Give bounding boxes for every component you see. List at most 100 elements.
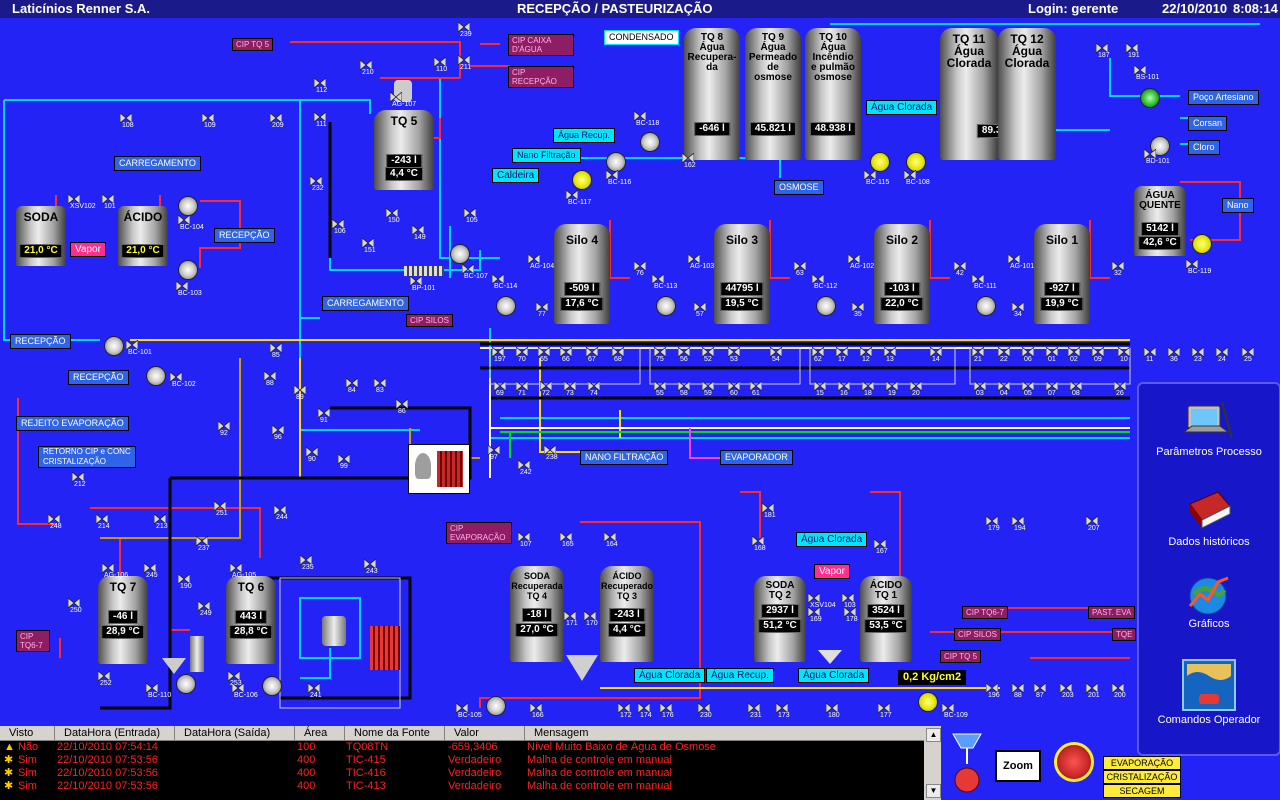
valve-252-icon[interactable]: [97, 668, 111, 682]
tank-soda-tq2[interactable]: SODA TQ 2 2937 l 51,2 °C: [754, 576, 806, 662]
valve-174-icon[interactable]: [637, 700, 651, 714]
alarm-acknowledge-icon[interactable]: [947, 730, 987, 796]
pump-bc112[interactable]: [816, 296, 836, 316]
valve-210-icon[interactable]: [359, 57, 373, 71]
valve-179-icon[interactable]: [985, 513, 999, 527]
valve-59-icon[interactable]: [701, 378, 715, 392]
recepcao-cip-button[interactable]: RECEPÇÃO: [214, 228, 275, 243]
valve-168-icon[interactable]: [751, 533, 765, 547]
comandos-operador-button[interactable]: Comandos Operador: [1139, 658, 1279, 726]
valve-231-icon[interactable]: [747, 700, 761, 714]
valve-60-icon[interactable]: [727, 378, 741, 392]
alarm-scrollbar[interactable]: ▲ ▼: [924, 726, 941, 800]
valve-83-icon[interactable]: [373, 375, 387, 389]
silo-2[interactable]: Silo 2 -103 l 22,0 °C: [874, 224, 930, 324]
valve-170-icon[interactable]: [583, 608, 597, 622]
valve-BD-101-icon[interactable]: [1143, 146, 1157, 160]
valve-22-icon[interactable]: [997, 344, 1011, 358]
alarm-row[interactable]: ▲ Não 22/10/2010 07:54:14 100 TQ08TN -659,340…: [0, 741, 924, 754]
valve-65-icon[interactable]: [537, 344, 551, 358]
valve-56-icon[interactable]: [677, 344, 691, 358]
valve-AG-106-icon[interactable]: [101, 560, 115, 574]
valve-164-icon[interactable]: [603, 529, 617, 543]
valve-23-icon[interactable]: [1191, 344, 1205, 358]
valve-97-icon[interactable]: [487, 442, 501, 456]
silo-1[interactable]: Silo 1 -927 l 19,9 °C: [1034, 224, 1090, 324]
valve-BC-102-icon[interactable]: [169, 369, 183, 383]
tank-tq9[interactable]: TQ 9 Água Permeado de osmose 45.821 l: [745, 28, 801, 160]
valve-85-icon[interactable]: [269, 340, 283, 354]
valve-71-icon[interactable]: [515, 378, 529, 392]
tank-tq10[interactable]: TQ 10 Água Incêndio e pulmão osmose 48.9…: [805, 28, 861, 160]
tank-tq7[interactable]: TQ 7 -46 l 28,9 °C: [98, 576, 148, 664]
valve-172-icon[interactable]: [617, 700, 631, 714]
nano-button[interactable]: Nano: [1222, 198, 1254, 213]
col-entrada[interactable]: DataHora (Entrada): [55, 726, 175, 740]
valve-70-icon[interactable]: [515, 344, 529, 358]
dados-historicos-button[interactable]: Dados históricos: [1139, 488, 1279, 548]
cip-tq5-button[interactable]: CIP TQ 5: [232, 38, 274, 51]
scroll-up-icon[interactable]: ▲: [926, 728, 941, 742]
valve-151-icon[interactable]: [361, 235, 375, 249]
valve-251-icon[interactable]: [213, 498, 227, 512]
valve-10-icon[interactable]: [1117, 344, 1131, 358]
poco-artesiano-button[interactable]: Poço Artesiano: [1188, 90, 1259, 105]
tank-tq11[interactable]: TQ 11 Água Clorada 89.376 l: [940, 28, 1024, 160]
osmose-button[interactable]: OSMOSE: [774, 180, 824, 195]
cip-silos-bottom-button[interactable]: CIP SILOS: [954, 628, 1001, 641]
valve-109-icon[interactable]: [201, 110, 215, 124]
valve-90-icon[interactable]: [305, 444, 319, 458]
valve-55-icon[interactable]: [653, 378, 667, 392]
valve-230-icon[interactable]: [697, 700, 711, 714]
valve-176-icon[interactable]: [659, 700, 673, 714]
nano-filtracao-box-button[interactable]: NANO FILTRAÇÃO: [580, 450, 669, 465]
valve-165-icon[interactable]: [559, 529, 573, 543]
valve-BC-117-icon[interactable]: [565, 187, 579, 201]
valve-21-icon[interactable]: [971, 344, 985, 358]
valve-AG-104-icon[interactable]: [527, 251, 541, 265]
valve-191-icon[interactable]: [1125, 40, 1139, 54]
tank-tq6[interactable]: TQ 6 443 l 28,8 °C: [226, 576, 276, 664]
cloro-button[interactable]: Cloro: [1188, 140, 1220, 155]
valve-BC-108-icon[interactable]: [903, 167, 917, 181]
recepcao1-button[interactable]: RECEPÇÃO: [10, 334, 71, 349]
valve-03-icon[interactable]: [973, 378, 987, 392]
emergency-stop-button[interactable]: [1054, 742, 1094, 782]
valve-26-icon[interactable]: [1113, 378, 1127, 392]
valve-243-icon[interactable]: [363, 556, 377, 570]
tank-agua-quente[interactable]: ÁGUA QUENTE 5142 l 42,6 °C: [1134, 186, 1186, 256]
nav-cristalizacao-button[interactable]: CRISTALIZAÇÃO: [1103, 770, 1181, 784]
tank-tq5[interactable]: TQ 5 -243 l 4,4 °C: [374, 110, 434, 190]
valve-63-icon[interactable]: [793, 258, 807, 272]
valve-72-icon[interactable]: [539, 378, 553, 392]
tank-soda[interactable]: SODA 21,0 °C: [16, 206, 66, 266]
valve-16-icon[interactable]: [837, 378, 851, 392]
pump-bc114[interactable]: [496, 296, 516, 316]
valve-BC-104-icon[interactable]: [177, 212, 191, 226]
pump-bc103[interactable]: [178, 260, 198, 280]
col-saida[interactable]: DataHora (Saída): [175, 726, 295, 740]
pump-bc118[interactable]: [640, 132, 660, 152]
valve-76-icon[interactable]: [633, 258, 647, 272]
valve-BC-101-icon[interactable]: [125, 337, 139, 351]
cip-evaporacao-button[interactable]: CIP EVAPORAÇÃO: [446, 522, 512, 544]
valve-74-icon[interactable]: [587, 378, 601, 392]
pump-bc101[interactable]: [104, 336, 124, 356]
valve-AG-103-icon[interactable]: [687, 251, 701, 265]
valve-57-icon[interactable]: [693, 299, 707, 313]
valve-166-icon[interactable]: [529, 700, 543, 714]
valve-91-icon[interactable]: [317, 405, 331, 419]
valve-09-icon[interactable]: [1091, 344, 1105, 358]
valve-105-icon[interactable]: [463, 205, 477, 219]
pump-bc105[interactable]: [486, 696, 506, 716]
valve-52-icon[interactable]: [701, 344, 715, 358]
valve-08-icon[interactable]: [1069, 378, 1083, 392]
cip-silos-button[interactable]: CIP SILOS: [406, 314, 453, 327]
tqe-button[interactable]: TQE: [1112, 628, 1137, 641]
valve-73-icon[interactable]: [563, 378, 577, 392]
valve-87-icon[interactable]: [1033, 680, 1047, 694]
valve-15-icon[interactable]: [813, 378, 827, 392]
valve-14-icon[interactable]: [929, 344, 943, 358]
valve-BC-103-icon[interactable]: [175, 278, 189, 292]
valve-103-icon[interactable]: [841, 590, 855, 604]
